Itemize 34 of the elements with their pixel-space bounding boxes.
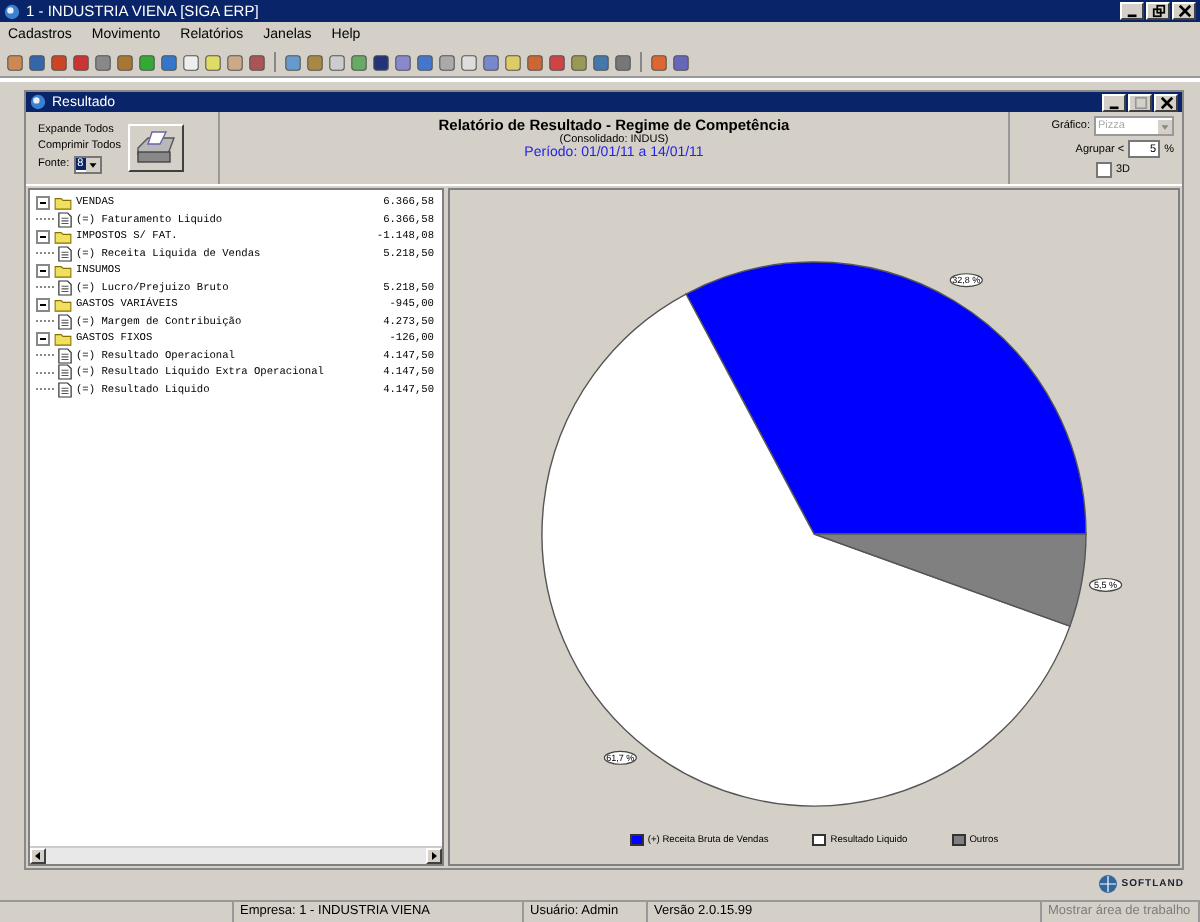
- folder-icon: [54, 229, 72, 244]
- globe-icon: [30, 94, 46, 110]
- folder-icon: [54, 297, 72, 312]
- maximize-button[interactable]: [1128, 93, 1152, 111]
- collapse-toggle[interactable]: [36, 297, 50, 312]
- minimize-button[interactable]: [1120, 2, 1144, 20]
- document-icon: [58, 313, 72, 330]
- collapse-toggle[interactable]: [36, 229, 50, 244]
- restore-button[interactable]: [1146, 2, 1170, 20]
- document-icon: [58, 211, 72, 228]
- folder-icon: [54, 331, 72, 346]
- collapse-toggle[interactable]: [36, 331, 50, 346]
- document-icon: [58, 245, 72, 262]
- collapse-toggle[interactable]: [36, 195, 50, 210]
- close-icon: [1159, 95, 1173, 109]
- print-button[interactable]: [128, 124, 185, 172]
- horizontal-scrollbar[interactable]: [30, 846, 442, 864]
- close-button[interactable]: [1172, 2, 1196, 20]
- folder-icon: [54, 263, 72, 278]
- maximize-icon: [1133, 95, 1147, 109]
- checkbox[interactable]: [1095, 162, 1112, 178]
- scroll-right-icon: [428, 850, 440, 862]
- close-icon: [1177, 4, 1191, 18]
- restore-icon: [1151, 4, 1165, 18]
- document-icon: [58, 279, 72, 296]
- logo-icon: [1097, 874, 1118, 894]
- app-icon: [4, 3, 20, 19]
- collapse-toggle[interactable]: [36, 263, 50, 278]
- printer-icon: [132, 128, 181, 168]
- scroll-left-icon: [32, 850, 44, 862]
- close-button[interactable]: [1154, 93, 1178, 111]
- folder-icon: [54, 195, 72, 210]
- minimize-button[interactable]: [1102, 93, 1126, 111]
- dropdown-arrow-icon: [1158, 119, 1172, 133]
